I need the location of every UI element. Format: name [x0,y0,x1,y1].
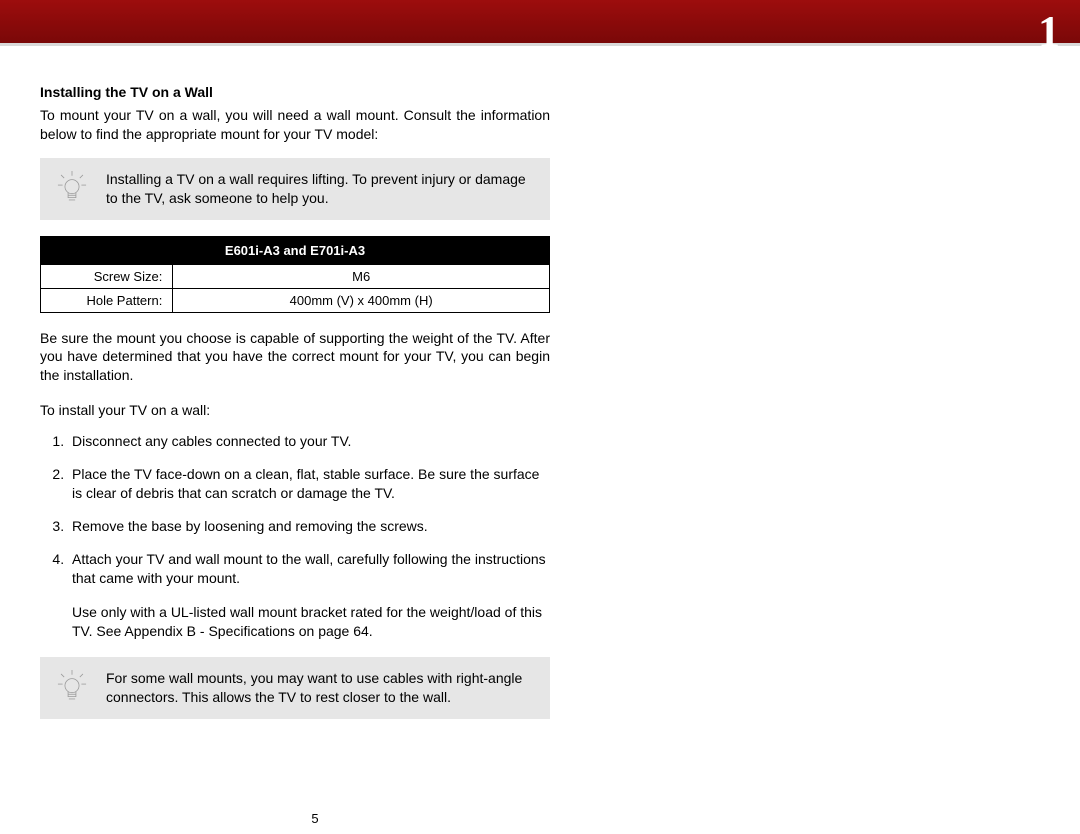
list-item: Attach your TV and wall mount to the wal… [68,550,550,588]
table-header: E601i-A3 and E701i-A3 [41,236,550,264]
page-content: Installing the TV on a Wall To mount you… [0,46,590,755]
page-number: 5 [0,811,590,826]
spec-label: Screw Size: [41,264,173,288]
lightbulb-icon [52,670,92,706]
tip-text: For some wall mounts, you may want to us… [106,669,534,707]
chapter-number: 1 [1038,6,1060,57]
install-steps: Disconnect any cables connected to your … [40,432,550,587]
table-row: Hole Pattern: 400mm (V) x 400mm (H) [41,288,550,312]
spec-value: M6 [173,264,550,288]
section-heading: Installing the TV on a Wall [40,84,550,100]
intro-paragraph: To mount your TV on a wall, you will nee… [40,106,550,144]
lightbulb-icon [52,171,92,207]
ul-note: Use only with a UL-listed wall mount bra… [40,603,550,641]
tip-text: Installing a TV on a wall requires lifti… [106,170,534,208]
mount-specs-table: E601i-A3 and E701i-A3 Screw Size: M6 Hol… [40,236,550,313]
list-item: Place the TV face-down on a clean, flat,… [68,465,550,503]
tip-box-lifting: Installing a TV on a wall requires lifti… [40,158,550,220]
table-row: Screw Size: M6 [41,264,550,288]
spec-value: 400mm (V) x 400mm (H) [173,288,550,312]
list-item: Disconnect any cables connected to your … [68,432,550,451]
steps-lead: To install your TV on a wall: [40,401,550,420]
ensure-paragraph: Be sure the mount you choose is capable … [40,329,550,386]
chapter-header-bar: 1 [0,0,1080,46]
spec-label: Hole Pattern: [41,288,173,312]
list-item: Remove the base by loosening and removin… [68,517,550,536]
tip-box-cables: For some wall mounts, you may want to us… [40,657,550,719]
